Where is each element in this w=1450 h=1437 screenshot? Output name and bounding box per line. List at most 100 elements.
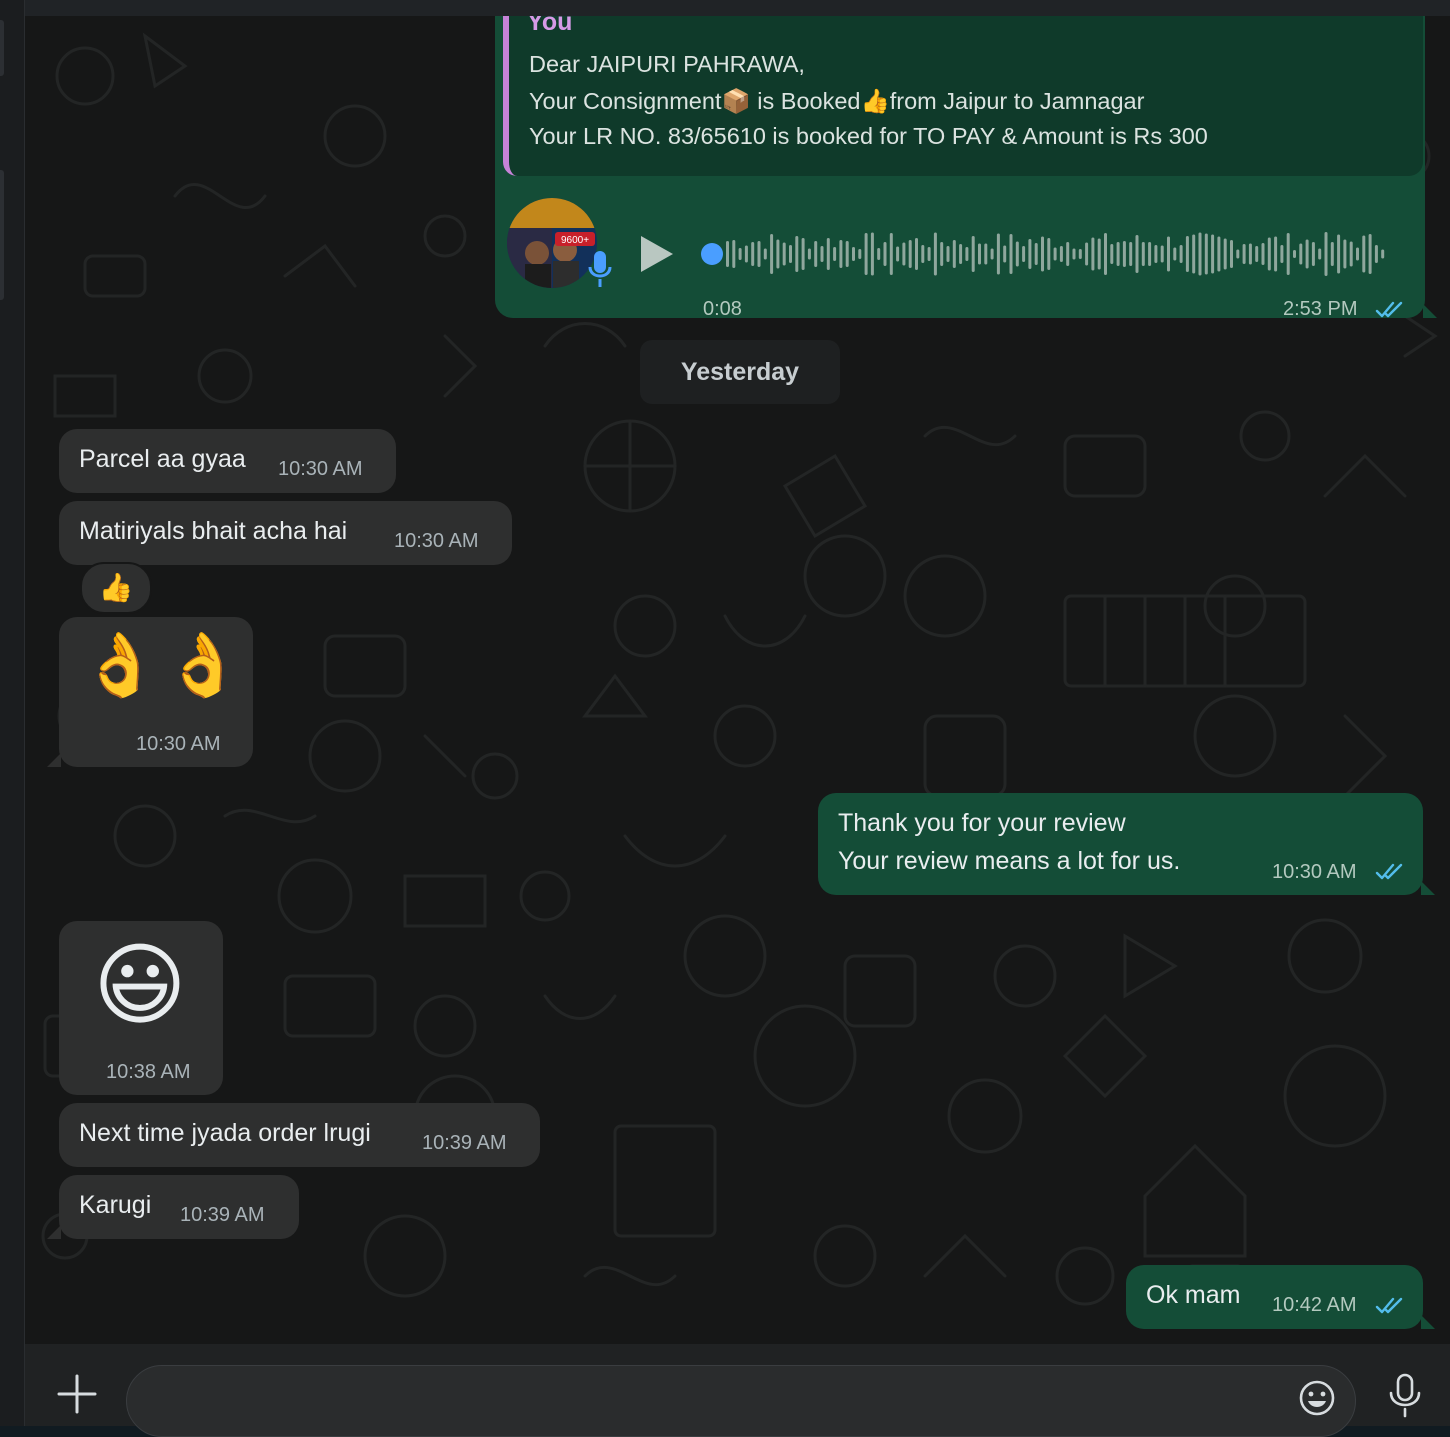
microphone-badge-icon [588,251,612,287]
waveform-bar [1047,238,1051,270]
waveform-bar [864,233,868,275]
waveform-bar [1034,243,1038,265]
waveform-bar [870,232,874,276]
outgoing-message[interactable]: Thank you for your review Your review me… [818,793,1423,895]
message-time: 10:30 AM [1272,861,1357,883]
waveform-bar [971,236,975,272]
waveform-bar [826,238,830,270]
waveform-bar [996,233,1000,275]
waveform-bar [959,244,963,264]
quoted-line: Your Consignment📦 is Booked👍from Jaipur … [529,88,1145,114]
quoted-line: Your LR NO. 83/65610 is booked for TO PA… [529,123,1208,149]
waveform-bar [807,248,811,260]
waveform-bar [1236,249,1240,259]
waveform-bar [1286,233,1290,275]
emoji-message: 👌👌 [81,631,248,700]
waveform-bar [1167,236,1170,272]
waveform-bar [1122,241,1126,267]
play-button[interactable] [637,232,677,276]
outgoing-message[interactable]: Ok mam 10:42 AM [1126,1265,1423,1329]
waveform-bar [978,243,981,265]
reaction-badge[interactable]: 👍 [80,562,152,614]
voice-message-bubble[interactable]: You Dear JAIPURI PAHRAWA, Your Consignme… [495,16,1425,320]
message-input[interactable] [151,1380,1285,1422]
incoming-message[interactable]: 😃 10:38 AM [59,921,223,1095]
incoming-message[interactable]: Karugi 10:39 AM [59,1175,299,1239]
incoming-message[interactable]: Parcel aa gyaa 10:30 AM [59,429,396,493]
waveform-bar [1381,249,1385,259]
chat-pane[interactable]: You Dear JAIPURI PAHRAWA, Your Consignme… [25,16,1450,1344]
waveform-bar [1078,249,1082,259]
quoted-line: Dear JAIPURI PAHRAWA, [529,51,805,77]
waveform-bar [1135,235,1139,273]
waveform-bar [908,240,912,268]
waveform-bar [1368,234,1372,274]
microphone-icon[interactable] [1385,1372,1425,1418]
waveform-bar [1097,238,1101,270]
waveform-bar [833,247,837,261]
waveform-bar [801,238,805,270]
waveform-bar [1116,242,1120,266]
waveform-bar [1248,243,1252,265]
plus-icon[interactable] [55,1372,99,1416]
waveform-bar [1274,236,1278,272]
waveform-bar [1015,241,1019,267]
message-text: Next time jyada order lrugi [79,1119,371,1147]
message-text: Your review means a lot for us. [838,847,1181,875]
avatar-badge-text: 9600+ [561,235,589,246]
playback-position-dot[interactable] [701,243,723,265]
waveform-bar [1305,239,1309,269]
waveform-bar [1356,247,1359,261]
waveform-bar [751,242,755,266]
day-divider: Yesterday [640,340,840,404]
message-text: Ok mam [1146,1281,1241,1309]
waveform-bar [845,241,849,267]
waveform-bar [1066,242,1070,266]
bubble-tail [47,1225,61,1239]
incoming-message[interactable]: 👌👌 10:30 AM [59,617,253,767]
waveform-bar [1242,244,1246,264]
waveform-bar [1059,246,1063,262]
voice-waveform[interactable] [700,229,1400,279]
emoji-icon[interactable] [1297,1378,1337,1418]
waveform-bar [952,240,956,268]
waveform-bar [1141,242,1145,266]
waveform-bar [902,242,906,266]
waveform-bar [1003,245,1007,263]
message-input-box[interactable] [126,1365,1356,1437]
incoming-message[interactable]: Matiriyals bhait acha hai 10:30 AM [59,501,512,565]
waveform-bar [1110,244,1114,264]
waveform-bar [770,234,774,274]
incoming-message[interactable]: Next time jyada order lrugi 10:39 AM [59,1103,540,1167]
read-receipt-icon [1375,301,1403,318]
waveform-bar [883,242,887,266]
waveform-bar [1053,247,1057,261]
waveform-bar [889,233,893,275]
waveform-bar [1324,232,1328,276]
read-receipt-icon [1375,1297,1403,1314]
waveform-bar [1230,240,1233,268]
quoted-message[interactable]: You Dear JAIPURI PAHRAWA, Your Consignme… [503,16,1423,176]
waveform-bar [782,242,786,266]
message-time: 10:30 AM [136,733,221,755]
message-time: 10:30 AM [278,458,363,480]
waveform-bar [1129,242,1133,266]
waveform-bar [1009,234,1013,274]
waveform-bar [1091,237,1095,271]
waveform-bar [1261,243,1265,265]
message-text: Thank you for your review [838,809,1126,837]
waveform-bar [852,247,855,261]
waveform-bar [1041,236,1044,272]
message-time: 10:42 AM [1272,1294,1357,1316]
bubble-tail [1421,1315,1435,1329]
waveform-bar [1337,234,1341,274]
waveform-bar [1185,236,1189,272]
waveform-bar [1267,237,1271,271]
waveform-bar [1330,242,1334,266]
message-text: Parcel aa gyaa [79,445,246,473]
waveform-bar [921,245,925,263]
waveform-bar [990,248,994,260]
waveform-bar [1160,245,1164,263]
waveform-bar [814,241,818,267]
waveform-bar [1204,233,1208,275]
